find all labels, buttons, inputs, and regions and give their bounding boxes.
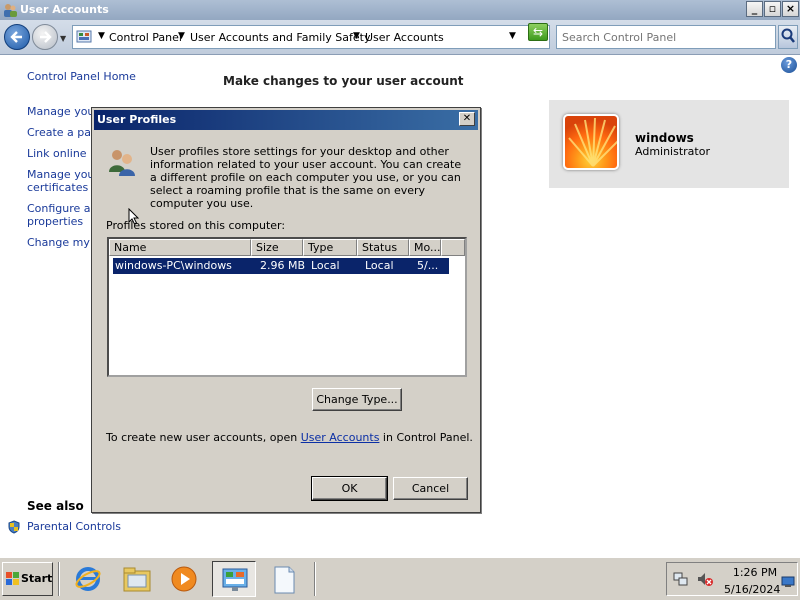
window-titlebar: User Accounts _ ▫ × bbox=[0, 0, 800, 20]
address-dropdown-icon[interactable]: ▼ bbox=[509, 31, 516, 41]
control-panel-home-link[interactable]: Control Panel Home bbox=[27, 70, 136, 83]
dialog-title: User Profiles bbox=[97, 113, 177, 126]
user-picture-flower-icon bbox=[563, 114, 619, 170]
clock-date[interactable]: 5/16/2024 bbox=[724, 583, 780, 596]
folder-icon bbox=[123, 567, 151, 592]
profile-name-cell: windows-PC\windows bbox=[115, 259, 232, 272]
bottom-text-after: in Control Panel. bbox=[379, 431, 473, 444]
manage-credentials-link[interactable]: Manage your bbox=[27, 105, 99, 118]
forward-arrow-icon bbox=[40, 31, 52, 43]
windows-explorer-taskbar-button[interactable] bbox=[114, 561, 158, 597]
breadcrumb-arrow-icon[interactable]: ▼ bbox=[98, 31, 105, 41]
search-icon bbox=[781, 28, 795, 43]
document-icon bbox=[274, 566, 295, 594]
back-button[interactable] bbox=[4, 24, 30, 50]
table-row[interactable]: windows-PC\windows 2.96 MB Local Local 5… bbox=[113, 258, 449, 274]
column-header-name[interactable]: Name bbox=[109, 239, 251, 256]
column-header-modified[interactable]: Mo... bbox=[409, 239, 441, 256]
manage-certificates-link[interactable]: Manage your bbox=[27, 168, 99, 181]
profile-modified-cell: 5/... bbox=[417, 259, 439, 272]
forward-button[interactable] bbox=[32, 24, 58, 50]
change-type-button[interactable]: Change Type... bbox=[312, 388, 402, 411]
system-tray: 1:26 PM 5/16/2024 bbox=[666, 562, 798, 596]
mouse-cursor-icon bbox=[128, 208, 140, 225]
change-environment-variables-link[interactable]: Change my e bbox=[27, 236, 100, 249]
user-accounts-icon bbox=[4, 4, 17, 17]
control-panel-taskbar-button[interactable] bbox=[212, 561, 256, 597]
taskbar: Start 1:26 PM 5/16/2024 bbox=[0, 557, 800, 600]
control-panel-icon bbox=[222, 568, 248, 591]
clock-time[interactable]: 1:26 PM bbox=[731, 566, 779, 579]
user-role: Administrator bbox=[635, 145, 710, 158]
maximize-button[interactable]: ▫ bbox=[764, 1, 781, 17]
address-box[interactable]: ▼ Control Panel ▼ User Accounts and Fami… bbox=[72, 25, 550, 49]
column-header-type[interactable]: Type bbox=[303, 239, 357, 256]
parental-controls-link[interactable]: Parental Controls bbox=[27, 520, 121, 533]
search-button[interactable] bbox=[778, 25, 798, 49]
shield-icon bbox=[8, 520, 20, 534]
profiles-list[interactable]: Name Size Type Status Mo... windows-PC\w… bbox=[107, 237, 467, 377]
internet-explorer-taskbar-button[interactable] bbox=[66, 561, 110, 597]
breadcrumb-control-panel[interactable]: Control Panel bbox=[109, 31, 182, 44]
media-player-icon bbox=[171, 566, 197, 592]
taskbar-separator bbox=[58, 562, 60, 596]
see-also-heading: See also bbox=[27, 499, 84, 513]
taskbar-separator bbox=[314, 562, 316, 596]
start-label: Start bbox=[21, 572, 53, 585]
bottom-text-before: To create new user accounts, open bbox=[106, 431, 301, 444]
profile-status-cell: Local bbox=[365, 259, 394, 272]
volume-muted-icon[interactable] bbox=[697, 571, 713, 587]
close-button[interactable]: × bbox=[782, 1, 799, 17]
column-header-size[interactable]: Size bbox=[251, 239, 303, 256]
search-input[interactable] bbox=[562, 27, 772, 47]
manage-certificates-link-line2[interactable]: certificates bbox=[27, 181, 88, 194]
column-header-status[interactable]: Status bbox=[357, 239, 409, 256]
history-dropdown-icon[interactable]: ▼ bbox=[60, 34, 66, 43]
start-button[interactable]: Start bbox=[2, 562, 53, 596]
breadcrumb-user-accounts[interactable]: User Accounts bbox=[365, 31, 444, 44]
show-desktop-icon[interactable] bbox=[781, 575, 795, 589]
control-panel-icon bbox=[76, 30, 92, 43]
dialog-titlebar: User Profiles ✕ bbox=[94, 110, 478, 130]
user-name: windows bbox=[635, 131, 694, 145]
refresh-button[interactable]: ⇆ bbox=[528, 23, 548, 41]
windows-logo-icon bbox=[6, 572, 19, 585]
profile-type-cell: Local bbox=[311, 259, 340, 272]
breadcrumb-arrow-icon[interactable]: ▼ bbox=[353, 31, 360, 41]
dialog-description: User profiles store settings for your de… bbox=[150, 145, 462, 210]
dialog-bottom-text: To create new user accounts, open User A… bbox=[106, 431, 473, 444]
column-header-filler bbox=[441, 239, 465, 256]
profile-size-cell: 2.96 MB bbox=[260, 259, 306, 272]
help-icon[interactable]: ? bbox=[781, 57, 797, 73]
configure-profile-properties-link-line2[interactable]: properties bbox=[27, 215, 83, 228]
internet-explorer-icon bbox=[75, 567, 101, 591]
window-title: User Accounts bbox=[20, 3, 109, 16]
dialog-close-button[interactable]: ✕ bbox=[459, 112, 475, 126]
network-icon[interactable] bbox=[673, 571, 689, 587]
user-profiles-dialog: User Profiles ✕ User profiles store sett… bbox=[91, 107, 481, 513]
users-icon bbox=[109, 150, 135, 176]
page-heading: Make changes to your user account bbox=[223, 74, 464, 88]
user-accounts-link[interactable]: User Accounts bbox=[301, 431, 380, 444]
breadcrumb-user-accounts-family-safety[interactable]: User Accounts and Family Safety bbox=[190, 31, 370, 44]
ok-button[interactable]: OK bbox=[311, 476, 388, 501]
breadcrumb-arrow-icon[interactable]: ▼ bbox=[178, 31, 185, 41]
search-box[interactable] bbox=[556, 25, 776, 49]
back-arrow-icon bbox=[10, 31, 22, 43]
media-player-taskbar-button[interactable] bbox=[162, 561, 206, 597]
minimize-button[interactable]: _ bbox=[746, 1, 763, 17]
user-card: windows Administrator bbox=[549, 100, 789, 188]
cancel-button[interactable]: Cancel bbox=[393, 477, 468, 500]
notepad-taskbar-button[interactable] bbox=[262, 561, 306, 597]
profiles-list-header: Name Size Type Status Mo... bbox=[109, 239, 465, 256]
create-password-reset-link[interactable]: Create a pas bbox=[27, 126, 97, 139]
address-bar-area: ▼ ▼ Control Panel ▼ User Accounts and Fa… bbox=[0, 20, 800, 55]
